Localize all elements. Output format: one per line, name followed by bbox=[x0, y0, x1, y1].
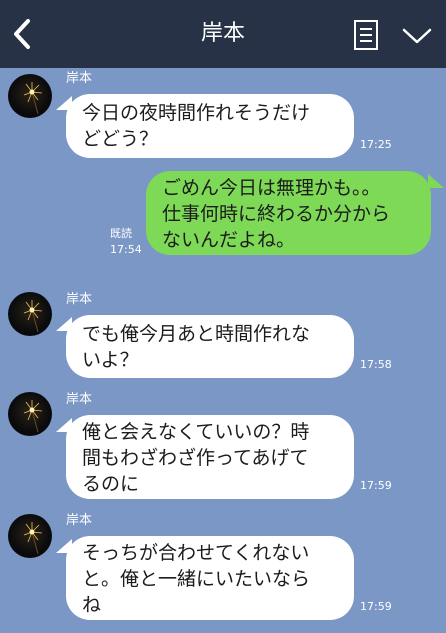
chevron-left-icon bbox=[14, 19, 30, 49]
message-bubble[interactable]: 今日の夜時間作れそうだけ どどう？ bbox=[66, 94, 354, 158]
chevron-down-icon bbox=[402, 28, 432, 44]
sender-name: 岸本 bbox=[66, 513, 93, 528]
message-time: 17:59 bbox=[360, 600, 392, 613]
sparkler-icon bbox=[23, 300, 43, 333]
sparkler-icon bbox=[23, 82, 43, 115]
sender-name: 岸本 bbox=[66, 71, 93, 86]
avatar[interactable] bbox=[8, 292, 52, 336]
message-time: 17:59 bbox=[360, 479, 392, 492]
back-button[interactable] bbox=[4, 14, 40, 54]
message-bubble[interactable]: 俺と会えなくていいの？時 間もわざわざ作ってあげて るのに bbox=[66, 415, 354, 499]
notes-icon bbox=[354, 20, 378, 50]
message-line: 間もわざわざ作ってあげて bbox=[82, 447, 309, 469]
message-line: 今日の夜時間作れそうだけ bbox=[82, 102, 311, 124]
notes-button[interactable] bbox=[350, 18, 382, 52]
sender-name: 岸本 bbox=[66, 292, 93, 307]
sparkler-icon bbox=[23, 522, 43, 555]
message-bubble[interactable]: でも俺今月あと時間作れな いよ？ bbox=[66, 315, 354, 378]
message-bubble[interactable]: ごめん今日は無理かも。。 仕事何時に終わるか分から ないんだよね。 bbox=[146, 171, 431, 255]
message-line: でも俺今月あと時間作れな bbox=[82, 323, 311, 345]
sender-name: 岸本 bbox=[66, 392, 93, 407]
chat-header: 岸本 bbox=[0, 0, 446, 68]
message-time: 17:54 bbox=[110, 243, 142, 256]
avatar[interactable] bbox=[8, 74, 52, 118]
message-line: ないんだよね。 bbox=[162, 229, 296, 251]
menu-button[interactable] bbox=[400, 22, 434, 50]
avatar[interactable] bbox=[8, 392, 52, 436]
message-line: ね bbox=[82, 594, 102, 616]
message-line: いよ？ bbox=[82, 349, 139, 371]
message-time: 17:58 bbox=[360, 358, 392, 371]
message-bubble[interactable]: そっちが合わせてくれない と。俺と一緒にいたいなら ね bbox=[66, 536, 354, 620]
message-line: るのに bbox=[82, 473, 140, 495]
bubble-tail bbox=[428, 174, 444, 188]
message-line: と。俺と一緒にいたいなら bbox=[82, 568, 311, 590]
message-line: 仕事何時に終わるか分から bbox=[162, 203, 391, 225]
message-line: どどう？ bbox=[82, 128, 159, 150]
read-receipt: 既読 bbox=[110, 227, 132, 240]
avatar[interactable] bbox=[8, 514, 52, 558]
message-line: ごめん今日は無理かも。。 bbox=[162, 177, 381, 199]
message-time: 17:25 bbox=[360, 138, 392, 151]
sparkler-icon bbox=[23, 400, 43, 433]
message-line: 俺と会えなくていいの？時 bbox=[82, 421, 310, 443]
message-line: そっちが合わせてくれない bbox=[82, 542, 310, 564]
